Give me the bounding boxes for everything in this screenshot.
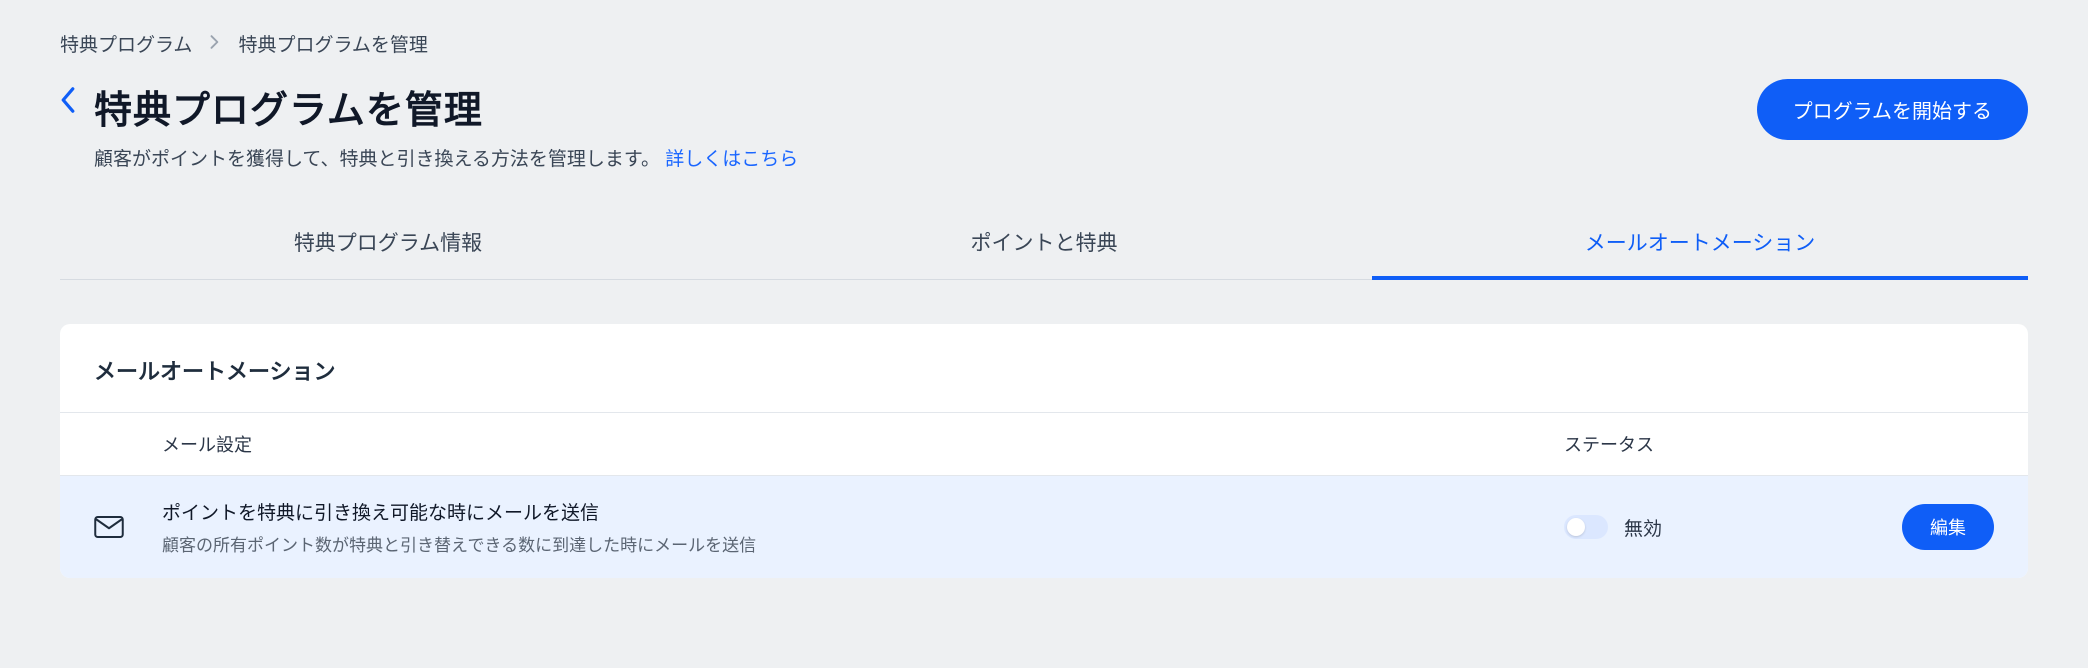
page-subtitle: 顧客がポイントを獲得して、特典と引き換える方法を管理します。 詳しくはこちら <box>94 144 798 171</box>
tab-email-automation[interactable]: メールオートメーション <box>1372 211 2028 279</box>
status-label: 無効 <box>1624 514 1662 541</box>
col-header-status: ステータス <box>1564 431 1854 457</box>
start-program-button[interactable]: プログラムを開始する <box>1757 79 2028 140</box>
toggle-knob <box>1567 518 1585 536</box>
tab-bar: 特典プログラム情報 ポイントと特典 メールオートメーション <box>60 211 2028 280</box>
row-actions: 編集 <box>1854 504 1994 550</box>
automation-card: メールオートメーション メール設定 ステータス ポイントを特典に引き換え可能な時… <box>60 324 2028 578</box>
edit-button[interactable]: 編集 <box>1902 504 1994 550</box>
learn-more-link[interactable]: 詳しくはこちら <box>665 149 798 170</box>
subtitle-text: 顧客がポイントを獲得して、特典と引き換える方法を管理します。 <box>94 149 660 170</box>
title-text: 特典プログラムを管理 顧客がポイントを獲得して、特典と引き換える方法を管理します… <box>94 79 798 171</box>
mail-icon <box>94 515 162 539</box>
page-header: 特典プログラムを管理 顧客がポイントを獲得して、特典と引き換える方法を管理します… <box>60 79 2028 171</box>
page-title: 特典プログラムを管理 <box>94 79 798 134</box>
page-root: 特典プログラム 特典プログラムを管理 特典プログラムを管理 顧客がポイントを獲得… <box>0 0 2088 618</box>
row-status: 無効 <box>1564 514 1854 541</box>
tab-points-rewards[interactable]: ポイントと特典 <box>716 211 1372 279</box>
breadcrumb: 特典プログラム 特典プログラムを管理 <box>60 30 2028 57</box>
tab-program-info[interactable]: 特典プログラム情報 <box>60 211 716 279</box>
breadcrumb-current: 特典プログラムを管理 <box>238 30 427 57</box>
breadcrumb-root[interactable]: 特典プログラム <box>60 30 192 57</box>
row-title: ポイントを特典に引き換え可能な時にメールを送信 <box>162 498 1564 525</box>
back-button[interactable] <box>60 87 76 120</box>
row-description: 顧客の所有ポイント数が特典と引き替えできる数に到達した時にメールを送信 <box>162 531 1564 556</box>
col-header-name: メール設定 <box>162 431 1564 457</box>
table-row: ポイントを特典に引き換え可能な時にメールを送信 顧客の所有ポイント数が特典と引き… <box>60 476 2028 578</box>
table-header: メール設定 ステータス <box>60 413 2028 476</box>
section-title: メールオートメーション <box>60 324 2028 413</box>
chevron-right-icon <box>210 33 220 55</box>
title-block: 特典プログラムを管理 顧客がポイントを獲得して、特典と引き換える方法を管理します… <box>60 79 798 171</box>
status-toggle[interactable] <box>1564 515 1608 539</box>
row-content: ポイントを特典に引き換え可能な時にメールを送信 顧客の所有ポイント数が特典と引き… <box>162 498 1564 556</box>
